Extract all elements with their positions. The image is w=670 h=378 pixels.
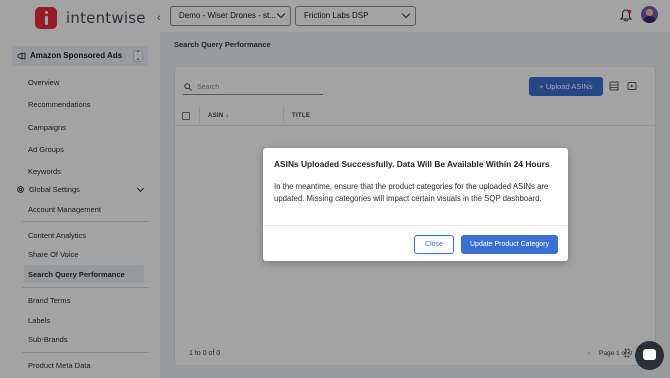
update-product-category-button[interactable]: Update Product Category — [461, 235, 558, 254]
grid-dots-icon[interactable] — [624, 348, 632, 358]
upload-success-dialog: ASINs Uploaded Successfully. Data Will B… — [263, 148, 568, 261]
dialog-divider — [263, 225, 568, 226]
chat-bubble-icon — [643, 349, 656, 360]
close-button[interactable]: Close — [414, 235, 454, 254]
dialog-title: ASINs Uploaded Successfully. Data Will B… — [274, 159, 550, 169]
dialog-message: In the meantime, ensure that the product… — [274, 182, 549, 203]
chat-support-button[interactable] — [635, 341, 664, 370]
